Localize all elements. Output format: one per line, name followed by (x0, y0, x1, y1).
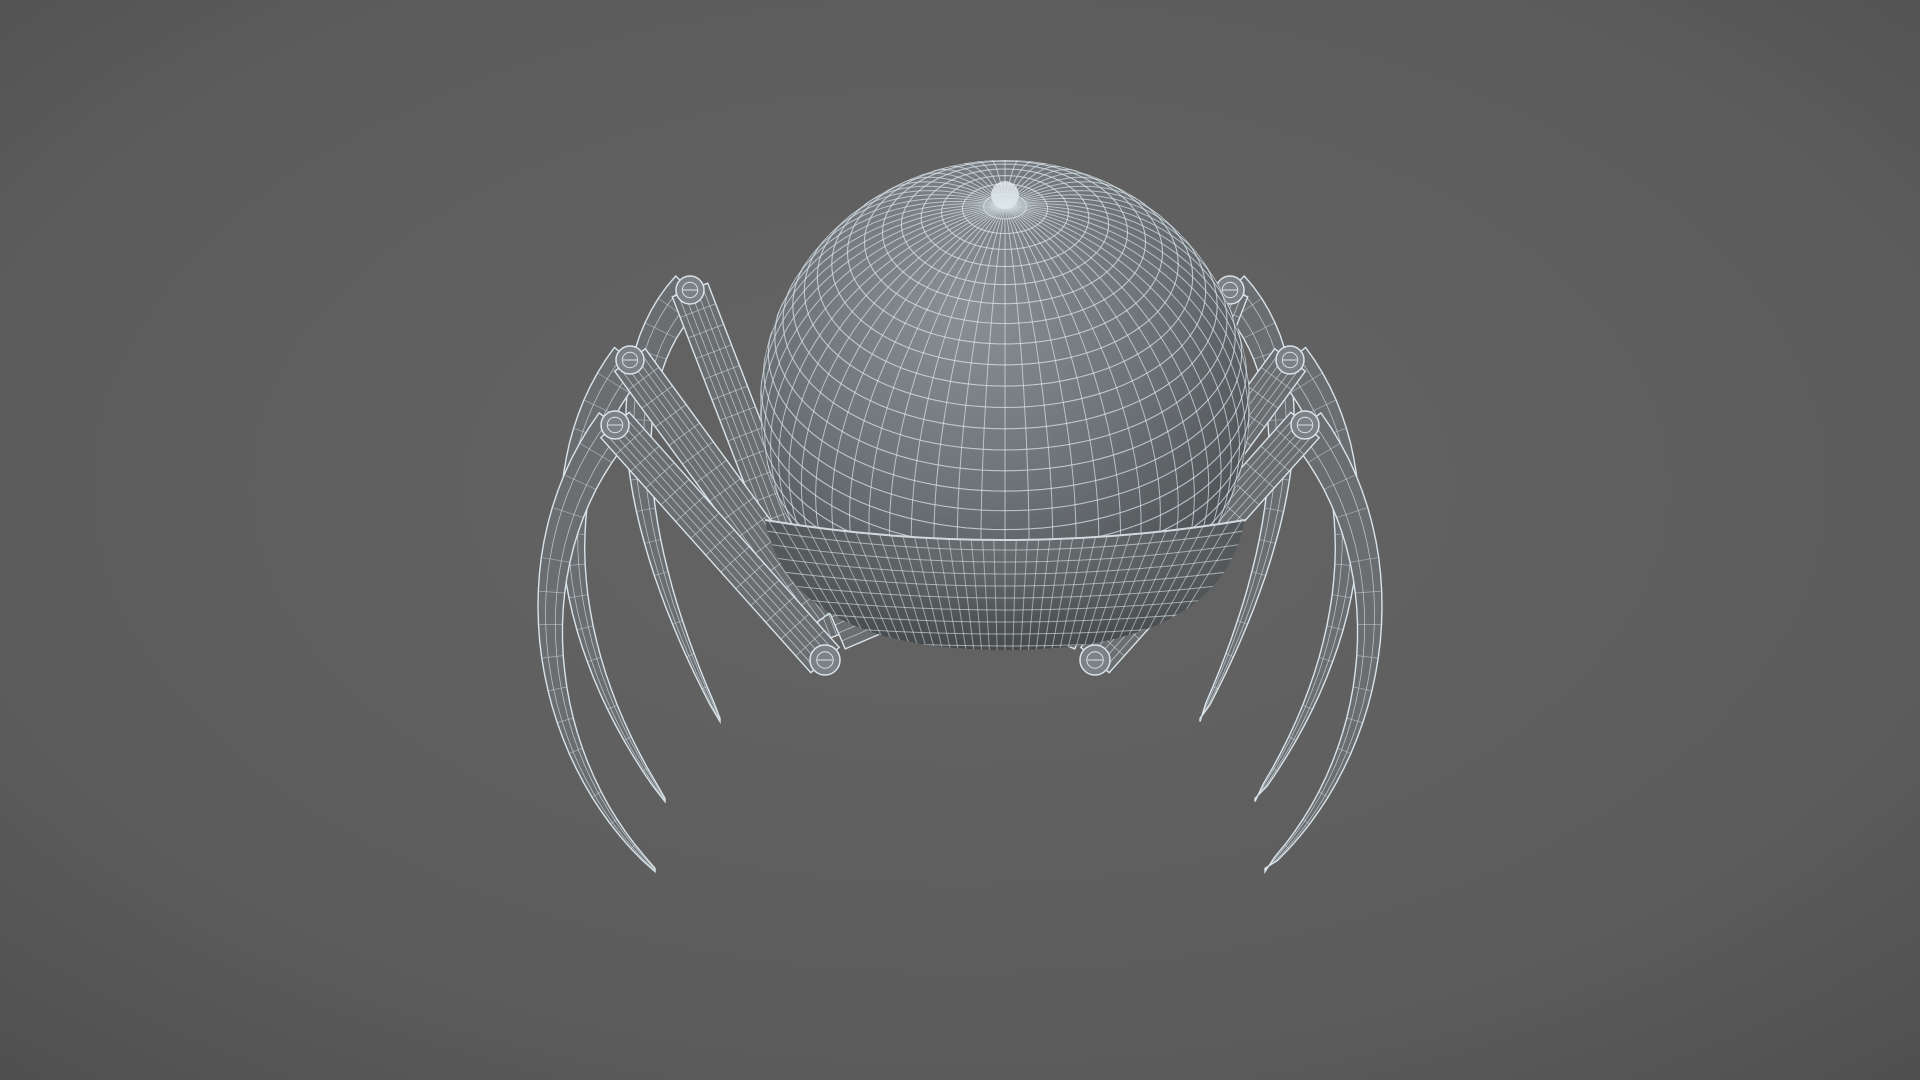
body-pole (991, 181, 1019, 209)
spider-body (760, 160, 1250, 650)
render-viewport (0, 0, 1920, 1080)
spider-render (0, 0, 1920, 1080)
